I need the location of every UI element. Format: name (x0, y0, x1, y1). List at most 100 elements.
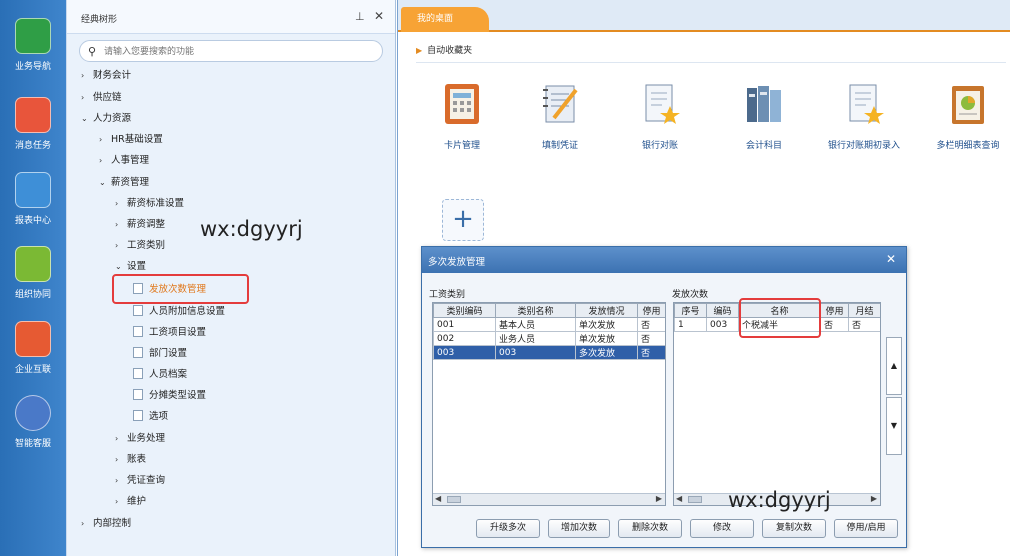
business-nav-icon (15, 18, 51, 54)
tree-node-internal-control[interactable]: › 内部控制 (81, 516, 131, 532)
tree-node-person-file[interactable]: 人员档案 (133, 367, 187, 383)
tree-node-label: 发放次数管理 (149, 284, 207, 295)
rail-item-reports[interactable]: 报表中心 (0, 172, 66, 226)
tree-node-finance[interactable]: › 财务会计 (81, 68, 131, 84)
scroll-right-icon[interactable]: ▶ (871, 494, 877, 503)
tree-node-label: 维护 (127, 496, 147, 507)
search-input[interactable] (102, 44, 372, 59)
app-account-subject[interactable]: 会计科目 (724, 82, 804, 152)
rail-item-messages[interactable]: 消息任务 (0, 97, 66, 151)
tree-node-person-extra[interactable]: 人员附加信息设置 (133, 304, 225, 320)
tab-my-desktop[interactable]: 我的桌面 (401, 7, 489, 32)
tree-node-payroll[interactable]: ⌄ 薪资管理 (99, 175, 149, 191)
move-down-button[interactable]: ▼ (886, 397, 902, 455)
rail-label: 智能客服 (14, 439, 51, 449)
tree-node-personnel[interactable]: › 人事管理 (99, 153, 149, 169)
scroll-left-icon[interactable]: ◀ (435, 494, 441, 503)
column-header[interactable]: 编码 (706, 303, 739, 318)
rail-item-business-nav[interactable]: 业务导航 (0, 18, 66, 72)
tree-node-label: 工资项目设置 (149, 327, 207, 338)
grid-header-row: 序号 编码 名称 停用 月结 (674, 303, 880, 318)
tree-node-salary-standard[interactable]: › 薪资标准设置 (115, 196, 184, 212)
document-icon (133, 368, 143, 379)
tree-node-maintain[interactable]: › 维护 (115, 494, 146, 510)
modify-button[interactable]: 修改 (690, 519, 754, 538)
copy-times-button[interactable]: 复制次数 (762, 519, 826, 538)
wage-category-label: 工资类别 (429, 290, 466, 300)
tree-node-voucher-query[interactable]: › 凭证查询 (115, 473, 165, 489)
tree-node-label: 设置 (127, 261, 147, 272)
document-star-icon (640, 82, 680, 126)
column-header[interactable]: 发放情况 (575, 303, 638, 318)
chevron-right-icon: › (99, 135, 103, 144)
rail-item-enterprise-link[interactable]: 企业互联 (0, 321, 66, 375)
add-times-button[interactable]: 增加次数 (548, 519, 610, 538)
app-label: 会计科目 (745, 141, 782, 151)
chevron-right-icon: › (115, 434, 119, 443)
disable-enable-button[interactable]: 停用/启用 (834, 519, 898, 538)
delete-times-button[interactable]: 删除次数 (618, 519, 682, 538)
column-header[interactable]: 停用 (820, 303, 849, 318)
column-header[interactable]: 停用 (637, 303, 665, 318)
app-voucher-entry[interactable]: 填制凭证 (520, 82, 600, 152)
tree-node-wage-category[interactable]: › 工资类别 (115, 238, 165, 254)
report-chart-icon (948, 82, 988, 126)
tree-node-label: 人事管理 (111, 155, 150, 166)
tree-node-business[interactable]: › 业务处理 (115, 431, 165, 447)
table-cell: 003 (706, 317, 739, 332)
table-cell: 003 (495, 345, 576, 360)
tree-node-allocation-type[interactable]: 分摊类型设置 (133, 388, 206, 404)
dialog-title: 多次发放管理 (428, 257, 486, 268)
tree-node-hr-basic[interactable]: › HR基础设置 (99, 132, 163, 148)
document-icon (133, 326, 143, 337)
payment-times-grid[interactable]: 序号 编码 名称 停用 月结 1 003 个税减半 否 否 ◀ ▶ (673, 302, 881, 506)
horizontal-scrollbar[interactable]: ◀ ▶ (433, 493, 665, 505)
column-header[interactable]: 类别编码 (433, 303, 496, 318)
chevron-right-icon: › (115, 199, 119, 208)
table-row[interactable]: 002 业务人员 单次发放 否 (433, 331, 665, 346)
rail-label: 报表中心 (14, 216, 51, 226)
tree-node-options[interactable]: 选项 (133, 409, 168, 425)
table-row[interactable]: 001 基本人员 单次发放 否 (433, 317, 665, 332)
tree-node-wage-items[interactable]: 工资项目设置 (133, 325, 206, 341)
chevron-right-icon: › (115, 455, 119, 464)
tree-node-reports[interactable]: › 账表 (115, 452, 146, 468)
upgrade-multi-button[interactable]: 升级多次 (476, 519, 540, 538)
rail-item-smart-service[interactable]: 智能客服 (0, 395, 66, 449)
scroll-thumb[interactable] (688, 496, 702, 503)
chevron-right-icon: › (115, 497, 119, 506)
tree-node-salary-adjust[interactable]: › 薪资调整 (115, 217, 165, 233)
column-header[interactable]: 序号 (674, 303, 707, 318)
close-icon[interactable]: ✕ (886, 252, 896, 266)
wage-category-grid[interactable]: 类别编码 类别名称 发放情况 停用 001 基本人员 单次发放 否 002 业务… (432, 302, 666, 506)
tree-node-hr[interactable]: ⌄ 人力资源 (81, 111, 131, 127)
scroll-thumb[interactable] (447, 496, 461, 503)
tree-node-settings[interactable]: ⌄ 设置 (115, 259, 146, 275)
app-label: 卡片管理 (443, 141, 480, 151)
column-header[interactable]: 类别名称 (495, 303, 576, 318)
column-header[interactable]: 名称 (738, 303, 821, 318)
rail-item-collaboration[interactable]: 组织协同 (0, 246, 66, 300)
scroll-right-icon[interactable]: ▶ (656, 494, 662, 503)
notebook-pen-icon (540, 82, 580, 126)
column-header[interactable]: 月结 (848, 303, 880, 318)
move-up-button[interactable]: ▲ (886, 337, 902, 395)
divider (416, 62, 1006, 63)
app-multi-column-query[interactable]: 多栏明细表查询 (928, 82, 1008, 152)
tree-node-supply-chain[interactable]: › 供应链 (81, 90, 122, 106)
app-bank-reconcile[interactable]: 银行对账 (620, 82, 700, 152)
app-bank-opening[interactable]: 银行对账期初录入 (824, 82, 904, 152)
table-cell: 002 (433, 331, 496, 346)
table-row-selected[interactable]: 003 003 多次发放 否 (433, 345, 665, 360)
tree-node-payment-times[interactable]: 发放次数管理 (133, 282, 206, 298)
add-shortcut-button[interactable]: + (442, 199, 484, 241)
app-card-management[interactable]: 卡片管理 (422, 82, 502, 152)
pin-icon[interactable]: ⊥ (355, 10, 365, 23)
tree-node-department[interactable]: 部门设置 (133, 346, 187, 362)
search-box[interactable]: ⚲ (79, 40, 383, 62)
table-row[interactable]: 1 003 个税减半 否 否 (674, 317, 880, 332)
table-cell: 否 (637, 317, 665, 332)
rail-label: 组织协同 (14, 290, 51, 300)
scroll-left-icon[interactable]: ◀ (676, 494, 682, 503)
close-icon[interactable]: ✕ (374, 9, 384, 23)
